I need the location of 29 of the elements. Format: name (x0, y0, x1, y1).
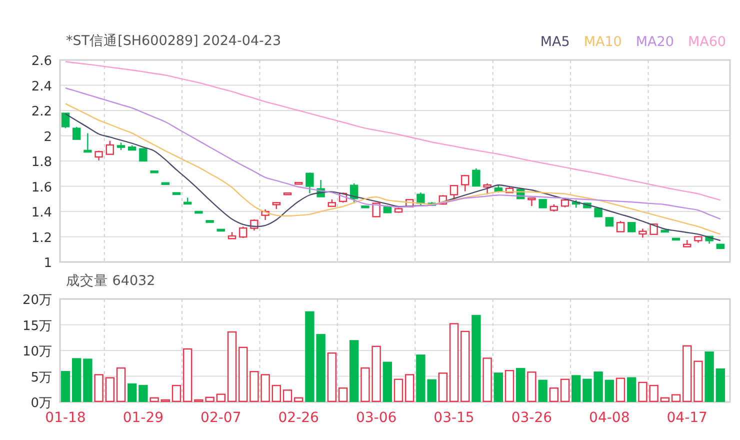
axis-label: 1.6 (31, 180, 52, 196)
legend-label: MA60 (688, 34, 726, 50)
date-label: 01-18 (45, 410, 86, 426)
chart-title: *ST信通[SH600289] 2024-04-23 (66, 32, 282, 51)
date-label: 03-15 (434, 410, 474, 426)
legend-label: MA5 (540, 34, 570, 50)
legend-label: MA10 (584, 34, 622, 50)
axis-label: 2.6 (31, 54, 52, 69)
axis-label: 5万 (30, 370, 52, 386)
date-label: 02-07 (200, 410, 242, 426)
axis-label: 1 (44, 256, 52, 270)
axis-label: 2.2 (31, 104, 52, 120)
axis-label: 1.4 (31, 206, 52, 220)
date-label: 01-29 (122, 410, 164, 426)
date-label: 03-06 (356, 410, 397, 426)
date-label: 04-17 (666, 410, 708, 426)
date-label: 02-26 (278, 410, 319, 426)
axis-label: 15万 (22, 318, 52, 334)
axis-label: 1.8 (31, 155, 52, 170)
date-label: 04-08 (589, 410, 630, 426)
axis-label: 20万 (22, 293, 52, 308)
axis-label: 2.4 (31, 79, 52, 94)
axis-label: 10万 (22, 344, 52, 360)
axis-label: 0万 (30, 396, 52, 411)
axis-label: 2 (44, 130, 52, 145)
date-label: 03-26 (511, 410, 552, 426)
axis-label: 1.2 (31, 230, 52, 246)
legend-label: MA20 (636, 34, 674, 50)
volume-label: 成交量 64032 (65, 272, 156, 291)
